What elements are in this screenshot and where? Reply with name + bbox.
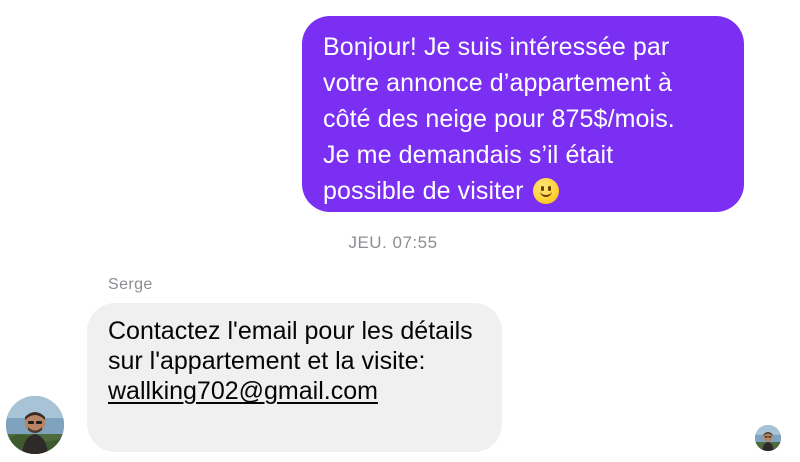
outgoing-message-last-line: possible de visiter bbox=[323, 173, 726, 209]
avatar-photo-icon bbox=[6, 396, 64, 454]
sender-avatar[interactable] bbox=[6, 396, 64, 454]
slightly-smiling-face-icon bbox=[532, 178, 559, 204]
read-receipt-photo-icon bbox=[755, 425, 781, 451]
incoming-message-text: Contactez l'email pour les détails sur l… bbox=[108, 317, 473, 375]
message-timestamp: JEU. 07:55 bbox=[348, 233, 438, 252]
outgoing-message-line: possible de visiter bbox=[323, 177, 524, 205]
read-receipt-avatar bbox=[755, 425, 781, 451]
outgoing-message-line: Je me demandais s’il était bbox=[323, 141, 614, 169]
outgoing-message-line: côté des neige pour 875$/mois. bbox=[323, 105, 675, 133]
sender-name: Serge bbox=[108, 276, 153, 293]
outgoing-message-line: votre annonce d’appartement à bbox=[323, 69, 672, 97]
message-thread: Bonjour! Je suis intéressée par votre an… bbox=[0, 0, 800, 462]
email-link[interactable]: wallking702@gmail.com bbox=[108, 377, 378, 405]
incoming-message-bubble[interactable]: Contactez l'email pour les détails sur l… bbox=[87, 303, 502, 452]
outgoing-message-line: Bonjour! Je suis intéressée par bbox=[323, 33, 670, 61]
outgoing-message-bubble[interactable]: Bonjour! Je suis intéressée par votre an… bbox=[302, 16, 744, 212]
